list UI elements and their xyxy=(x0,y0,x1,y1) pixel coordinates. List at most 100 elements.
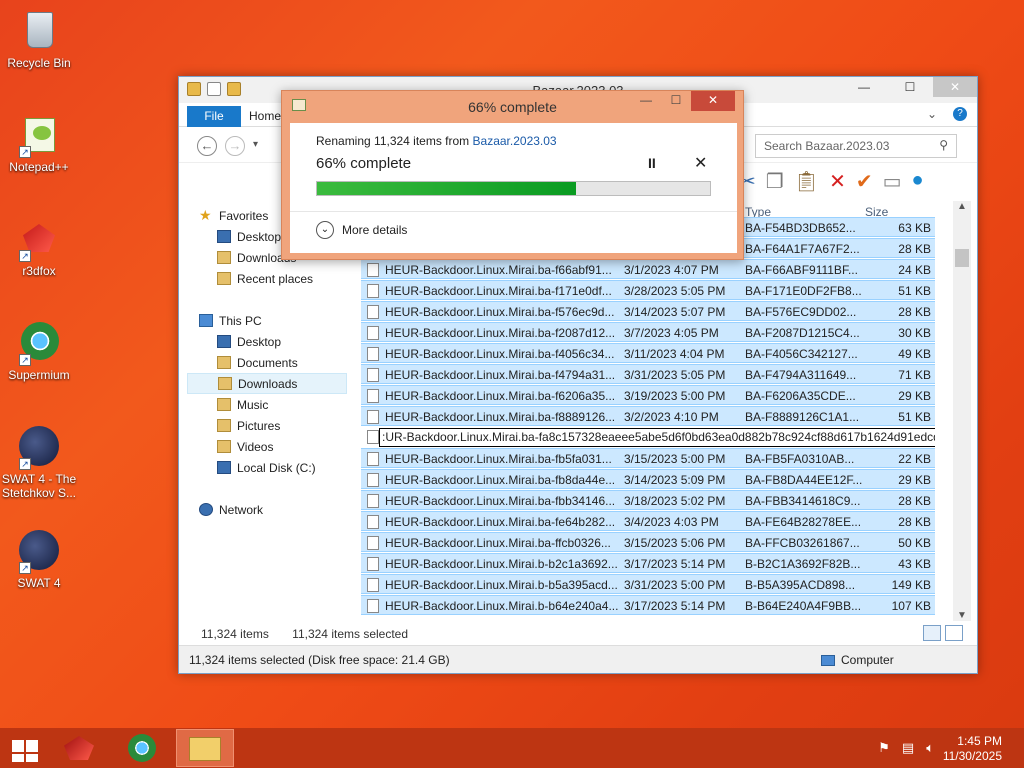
table-row[interactable]: HEUR-Backdoor.Linux.Mirai.ba-f6206a35...… xyxy=(361,385,935,405)
table-row[interactable]: HEUR-Backdoor.Linux.Mirai.ba-fbb34146...… xyxy=(361,490,935,510)
minimize-button[interactable]: — xyxy=(841,77,887,97)
table-row[interactable]: HEUR-Backdoor.Linux.Mirai.ba-f8889126...… xyxy=(361,406,935,426)
table-row[interactable]: HEUR-Backdoor.Linux.Mirai.ba-f4056c34...… xyxy=(361,343,935,363)
dialog-maximize-button[interactable]: ☐ xyxy=(661,91,691,111)
supermium-icon xyxy=(128,734,156,762)
dialog-body: Renaming 11,324 items from Bazaar.2023.0… xyxy=(290,123,737,253)
desktop-icon-recycle-bin[interactable]: Recycle Bin xyxy=(1,8,77,70)
ribbon-tab-file[interactable]: File xyxy=(187,106,241,127)
desktop-icon-swat4-stetchkov[interactable]: ↗ SWAT 4 - The Stetchkov S... xyxy=(1,424,77,500)
cancel-button[interactable]: ✕ xyxy=(694,153,707,173)
file-icon xyxy=(367,557,379,571)
table-row[interactable]: HEUR-Backdoor.Linux.Mirai.ba-ffcb0326...… xyxy=(361,532,935,552)
dialog-close-button[interactable]: ✕ xyxy=(691,91,735,111)
table-row[interactable]: HEUR-Backdoor.Linux.Mirai.ba-f66abf91...… xyxy=(361,259,935,279)
close-button[interactable]: ✕ xyxy=(933,77,977,97)
rename-input[interactable]: :UR-Backdoor.Linux.Mirai.ba-fa8c157328ea… xyxy=(379,428,935,447)
file-name: HEUR-Backdoor.Linux.Mirai.ba-f6206a35... xyxy=(385,389,616,403)
nav-item-downloads[interactable]: Downloads xyxy=(187,373,347,394)
file-type: BA-F8889126C1A1... xyxy=(745,410,860,424)
pause-button[interactable]: II xyxy=(648,155,656,171)
nav-item-desktop[interactable]: Desktop xyxy=(187,331,347,352)
rename-edit-row[interactable]: :UR-Backdoor.Linux.Mirai.ba-fa8c157328ea… xyxy=(361,427,935,447)
file-list: BA-F54BD3DB652... 63 KB BA-F64A1F7A67F2...… xyxy=(361,217,935,621)
rename-progress-dialog: 66% complete — ☐ ✕ Renaming 11,324 items… xyxy=(281,90,744,260)
table-row[interactable]: HEUR-Backdoor.Linux.Mirai.ba-fb5fa031...… xyxy=(361,448,935,468)
file-date: 3/1/2023 4:07 PM xyxy=(624,263,719,277)
nav-label: Recent places xyxy=(237,271,314,286)
table-row[interactable]: HEUR-Backdoor.Linux.Mirai.b-b5a395acd...… xyxy=(361,574,935,594)
start-button[interactable] xyxy=(8,732,48,764)
pictures-folder-icon xyxy=(217,419,231,432)
vertical-scrollbar[interactable]: ▲ ▼ xyxy=(953,201,971,621)
nav-item-music[interactable]: Music xyxy=(187,394,347,415)
back-button[interactable]: ← xyxy=(197,136,217,156)
table-row[interactable]: HEUR-Backdoor.Linux.Mirai.b-b64e240a4...… xyxy=(361,595,935,615)
recycle-bin-icon xyxy=(17,8,61,52)
paste-icon[interactable]: 📋︎ xyxy=(794,169,819,194)
nav-item-recent-places[interactable]: Recent places xyxy=(187,268,347,289)
search-input[interactable]: Search Bazaar.2023.03 ⚲ xyxy=(755,134,957,158)
nav-item-local-disk[interactable]: Local Disk (C:) xyxy=(187,457,347,478)
desktop-icon-r3dfox[interactable]: ↗ r3dfox xyxy=(1,216,77,278)
scroll-up-arrow[interactable]: ▲ xyxy=(953,201,971,212)
taskbar-supermium[interactable] xyxy=(122,732,162,764)
file-icon xyxy=(367,578,379,592)
clock[interactable]: 1:45 PM 11/30/2025 xyxy=(943,734,1002,764)
dialog-minimize-button[interactable]: — xyxy=(631,91,661,111)
file-size: 28 KB xyxy=(898,515,931,529)
music-folder-icon xyxy=(217,398,231,411)
file-name: HEUR-Backdoor.Linux.Mirai.b-b2c1a3692... xyxy=(385,557,618,571)
large-icons-view-button[interactable] xyxy=(945,625,963,641)
table-row[interactable]: HEUR-Backdoor.Linux.Mirai.ba-f4794a31...… xyxy=(361,364,935,384)
ribbon-expand-icon[interactable]: ⌄ xyxy=(927,107,937,121)
taskbar-file-explorer[interactable] xyxy=(176,729,234,767)
volume-muted-icon[interactable]: 🔈︎ xyxy=(926,740,934,756)
file-size: 29 KB xyxy=(898,389,931,403)
ribbon-tab-home[interactable]: Home xyxy=(249,109,281,123)
forward-button[interactable]: → xyxy=(225,136,245,156)
file-type: BA-F576EC9DD02... xyxy=(745,305,857,319)
desktop-icon-swat4[interactable]: ↗ SWAT 4 xyxy=(1,528,77,590)
network-status-icon[interactable]: ▤ xyxy=(902,740,914,756)
file-icon xyxy=(367,305,379,319)
computer-icon xyxy=(821,654,835,666)
file-type: B-B64E240A4F9BB... xyxy=(745,599,862,613)
file-type: BA-F66ABF9111BF... xyxy=(745,263,858,277)
progress-fill xyxy=(317,182,577,195)
source-folder-link[interactable]: Bazaar.2023.03 xyxy=(473,134,557,148)
file-date: 3/4/2023 4:03 PM xyxy=(624,515,719,529)
file-size: 51 KB xyxy=(898,284,931,298)
desktop-icon-notepadpp[interactable]: ↗ Notepad++ xyxy=(1,112,77,174)
table-row[interactable]: HEUR-Backdoor.Linux.Mirai.ba-f171e0df...… xyxy=(361,280,935,300)
details-view-button[interactable] xyxy=(923,625,941,641)
scroll-down-arrow[interactable]: ▼ xyxy=(953,610,971,621)
table-row[interactable]: HEUR-Backdoor.Linux.Mirai.b-b2c1a3692...… xyxy=(361,553,935,573)
taskbar-r3dfox[interactable] xyxy=(60,732,100,764)
nav-item-documents[interactable]: Documents xyxy=(187,352,347,373)
file-explorer-icon xyxy=(189,737,221,761)
table-row[interactable]: HEUR-Backdoor.Linux.Mirai.ba-f2087d12...… xyxy=(361,322,935,342)
action-center-icon[interactable]: ⚑ xyxy=(878,740,890,756)
maximize-button[interactable]: ☐ xyxy=(887,77,933,97)
properties-icon[interactable]: ▭ xyxy=(883,169,902,194)
scrollbar-thumb[interactable] xyxy=(955,249,969,267)
nav-this-pc[interactable]: This PC xyxy=(187,310,347,331)
file-size: 51 KB xyxy=(898,410,931,424)
copy-icon[interactable]: ❐ xyxy=(766,169,784,194)
nav-item-pictures[interactable]: Pictures xyxy=(187,415,347,436)
file-size: 22 KB xyxy=(898,452,931,466)
drive-icon xyxy=(217,461,231,474)
table-row[interactable]: HEUR-Backdoor.Linux.Mirai.ba-fe64b282...… xyxy=(361,511,935,531)
desktop-icon-supermium[interactable]: ↗ Supermium xyxy=(1,320,77,382)
nav-item-videos[interactable]: Videos xyxy=(187,436,347,457)
nav-network[interactable]: Network xyxy=(187,499,347,520)
globe-icon[interactable]: ● xyxy=(912,169,924,194)
rename-icon[interactable]: ✔ xyxy=(856,169,873,194)
table-row[interactable]: HEUR-Backdoor.Linux.Mirai.ba-f576ec9d...… xyxy=(361,301,935,321)
recent-locations-icon[interactable]: ▾ xyxy=(253,139,258,150)
delete-icon[interactable]: ✕ xyxy=(829,169,846,194)
help-icon[interactable]: ? xyxy=(953,107,967,121)
more-details-toggle[interactable]: ⌄ More details xyxy=(316,221,407,239)
table-row[interactable]: HEUR-Backdoor.Linux.Mirai.ba-fb8da44e...… xyxy=(361,469,935,489)
